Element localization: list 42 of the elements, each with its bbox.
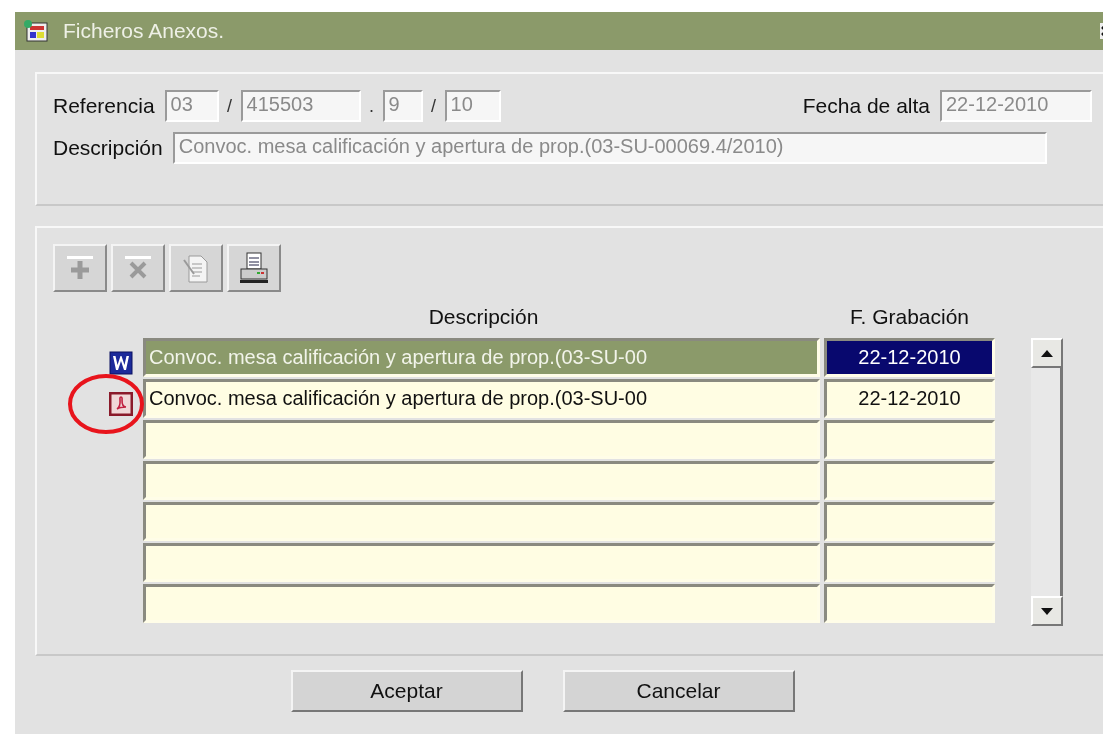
empty-cell[interactable] xyxy=(824,584,995,623)
reference-field[interactable]: 415503 xyxy=(240,90,361,122)
acrobat-document-icon xyxy=(109,391,133,416)
toolbar-button[interactable] xyxy=(227,244,281,292)
date-field[interactable]: 22-12-2010 xyxy=(940,90,1092,122)
separator: / xyxy=(430,95,438,117)
empty-cell[interactable] xyxy=(143,461,820,500)
empty-cell[interactable] xyxy=(824,543,995,582)
word-document-icon xyxy=(109,350,133,375)
printer-icon xyxy=(238,251,270,285)
down-arrow-icon xyxy=(1041,607,1053,615)
table-cell[interactable]: 22-12-2010 xyxy=(824,379,995,418)
column-header: F. Grabación xyxy=(848,305,971,329)
field-label: Descripción xyxy=(53,136,163,160)
separator: . xyxy=(368,95,376,117)
table-cell[interactable]: Convoc. mesa calificación y apertura de prop.(03-SU-00 xyxy=(143,338,820,377)
scroll-up-button[interactable] xyxy=(1031,338,1063,368)
empty-cell[interactable] xyxy=(143,543,820,582)
accept-button[interactable]: Aceptar xyxy=(290,670,523,712)
up-arrow-icon xyxy=(1041,349,1053,357)
separator: / xyxy=(226,95,234,117)
empty-cell[interactable] xyxy=(143,584,820,623)
empty-cell[interactable] xyxy=(824,420,995,459)
table-cell[interactable]: 22-12-2010 xyxy=(824,338,995,377)
description-field[interactable]: Convoc. mesa calificación y apertura de prop.(03-SU-00069.4/2010) xyxy=(172,132,1047,164)
field-label: Referencia xyxy=(53,94,155,118)
app-icon xyxy=(23,19,49,43)
scroll-down-button[interactable] xyxy=(1031,596,1063,626)
field-label: Fecha de alta xyxy=(802,94,930,118)
cancel-button[interactable]: Cancelar xyxy=(562,670,795,712)
empty-cell[interactable] xyxy=(143,420,820,459)
column-header: Descripción xyxy=(427,305,540,329)
table-cell[interactable]: Convoc. mesa calificación y apertura de prop.(03-SU-00 xyxy=(143,379,820,418)
reference-field[interactable]: 9 xyxy=(382,90,423,122)
window-title: Ficheros Anexos. xyxy=(63,19,225,43)
reference-field[interactable]: 10 xyxy=(444,90,501,122)
empty-cell[interactable] xyxy=(143,502,820,541)
empty-cell[interactable] xyxy=(824,502,995,541)
empty-cell[interactable] xyxy=(824,461,995,500)
document-icon xyxy=(181,252,211,284)
reference-field[interactable]: 03 xyxy=(164,90,219,122)
scrollbar[interactable] xyxy=(1031,338,1063,626)
